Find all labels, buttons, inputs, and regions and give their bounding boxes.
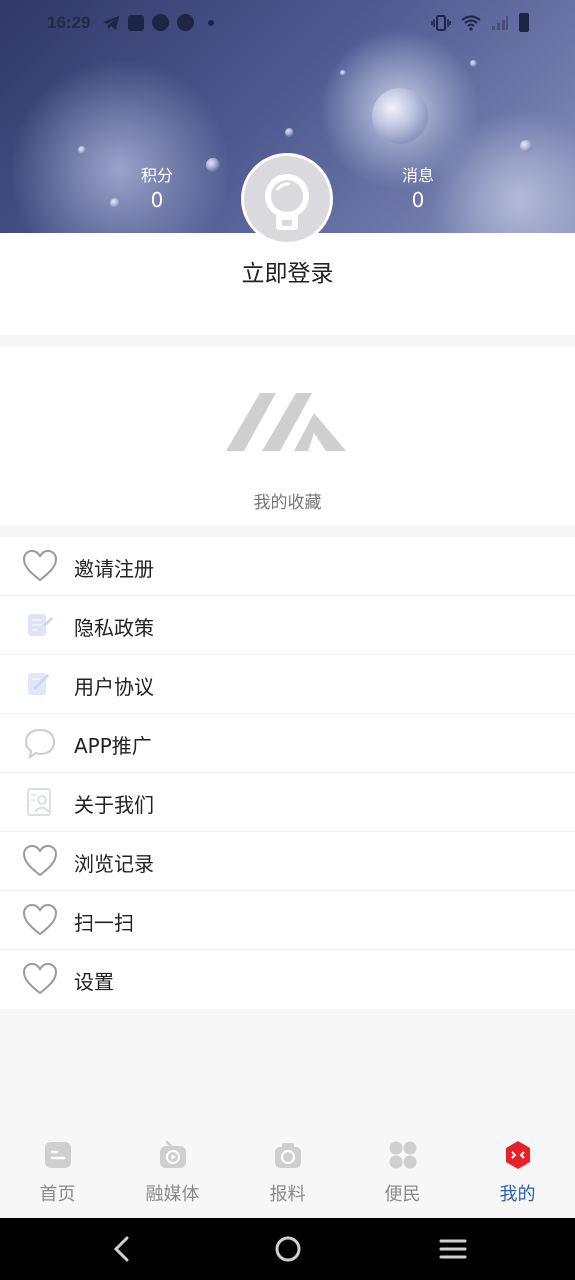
profile-hex-icon	[505, 1141, 530, 1169]
tab-convenience[interactable]: 便民	[345, 1130, 460, 1218]
wifi-icon	[461, 15, 481, 31]
home-circle-icon[interactable]	[273, 1234, 303, 1264]
tab-home[interactable]: 首页	[0, 1130, 115, 1218]
navigation-icon	[177, 14, 194, 31]
app-notification-icon	[128, 14, 144, 31]
media-play-icon	[159, 1140, 186, 1168]
menu-item-label: 扫一扫	[74, 911, 134, 935]
menu-item-app-promo[interactable]: APP推广	[0, 714, 575, 773]
menu-item-label: 设置	[74, 970, 114, 994]
menu-item-invite[interactable]: 邀请注册	[0, 537, 575, 596]
settings-menu: 邀请注册 隐私政策 用户协议 APP推广 关于我们 浏览记录 扫一扫 设置	[0, 537, 575, 1009]
tab-mine[interactable]: 我的	[460, 1130, 575, 1218]
recents-menu-icon[interactable]	[439, 1234, 467, 1264]
edit-document-icon	[28, 673, 50, 695]
messages-label: 消息	[401, 166, 434, 185]
tab-label: 便民	[384, 1184, 421, 1205]
status-time: 16:29	[47, 13, 91, 32]
menu-item-scan[interactable]: 扫一扫	[0, 891, 575, 950]
home-icon	[44, 1142, 71, 1168]
notification-icons	[102, 14, 214, 31]
menu-item-history[interactable]: 浏览记录	[0, 832, 575, 891]
tab-report[interactable]: 报料	[230, 1130, 345, 1218]
vibrate-icon	[431, 14, 451, 31]
favorites-logo-icon	[226, 393, 346, 451]
heart-icon	[22, 844, 58, 877]
points-value: 0	[150, 188, 164, 212]
tab-label: 报料	[269, 1184, 306, 1205]
heart-icon	[22, 903, 58, 936]
telegram-icon	[103, 15, 119, 30]
system-icons	[431, 13, 529, 32]
back-icon[interactable]	[110, 1234, 134, 1264]
signal-icon	[492, 15, 508, 30]
menu-item-user-agreement[interactable]: 用户协议	[0, 655, 575, 714]
heart-icon	[22, 549, 58, 582]
more-notifications-dot-icon	[208, 19, 214, 26]
contact-card-icon	[27, 788, 51, 816]
menu-item-about[interactable]: 关于我们	[0, 773, 575, 832]
compass-icon	[152, 14, 169, 31]
tab-media[interactable]: 融媒体	[115, 1130, 230, 1218]
bottom-tab-bar: 首页 融媒体 报料 便民 我的	[0, 1130, 575, 1218]
menu-item-privacy[interactable]: 隐私政策	[0, 596, 575, 655]
menu-item-label: 邀请注册	[74, 557, 154, 581]
messages-stat[interactable]: 消息 0	[378, 162, 458, 212]
points-stat[interactable]: 积分 0	[117, 162, 197, 212]
login-link[interactable]: 立即登录	[0, 254, 575, 288]
messages-value: 0	[411, 188, 425, 212]
astronaut-avatar-icon	[265, 174, 309, 230]
menu-item-label: 用户协议	[74, 675, 154, 699]
battery-icon	[519, 13, 529, 32]
status-bar: 16:29	[0, 0, 575, 46]
camera-icon	[274, 1143, 301, 1168]
menu-item-settings[interactable]: 设置	[0, 950, 575, 1009]
tab-label: 首页	[39, 1184, 76, 1205]
document-icon	[28, 614, 54, 636]
menu-item-label: 浏览记录	[74, 852, 154, 876]
system-navigation-bar	[0, 1218, 575, 1280]
menu-item-label: APP推广	[74, 734, 152, 758]
favorites-label: 我的收藏	[253, 493, 322, 513]
points-label: 积分	[140, 166, 173, 185]
avatar[interactable]	[241, 153, 333, 245]
tab-label: 融媒体	[145, 1184, 200, 1205]
menu-item-label: 关于我们	[74, 793, 154, 817]
grid-clover-icon	[389, 1141, 416, 1169]
menu-item-label: 隐私政策	[74, 616, 154, 640]
heart-icon	[22, 962, 58, 995]
chat-bubble-icon	[24, 728, 56, 760]
tab-label: 我的	[499, 1184, 536, 1205]
